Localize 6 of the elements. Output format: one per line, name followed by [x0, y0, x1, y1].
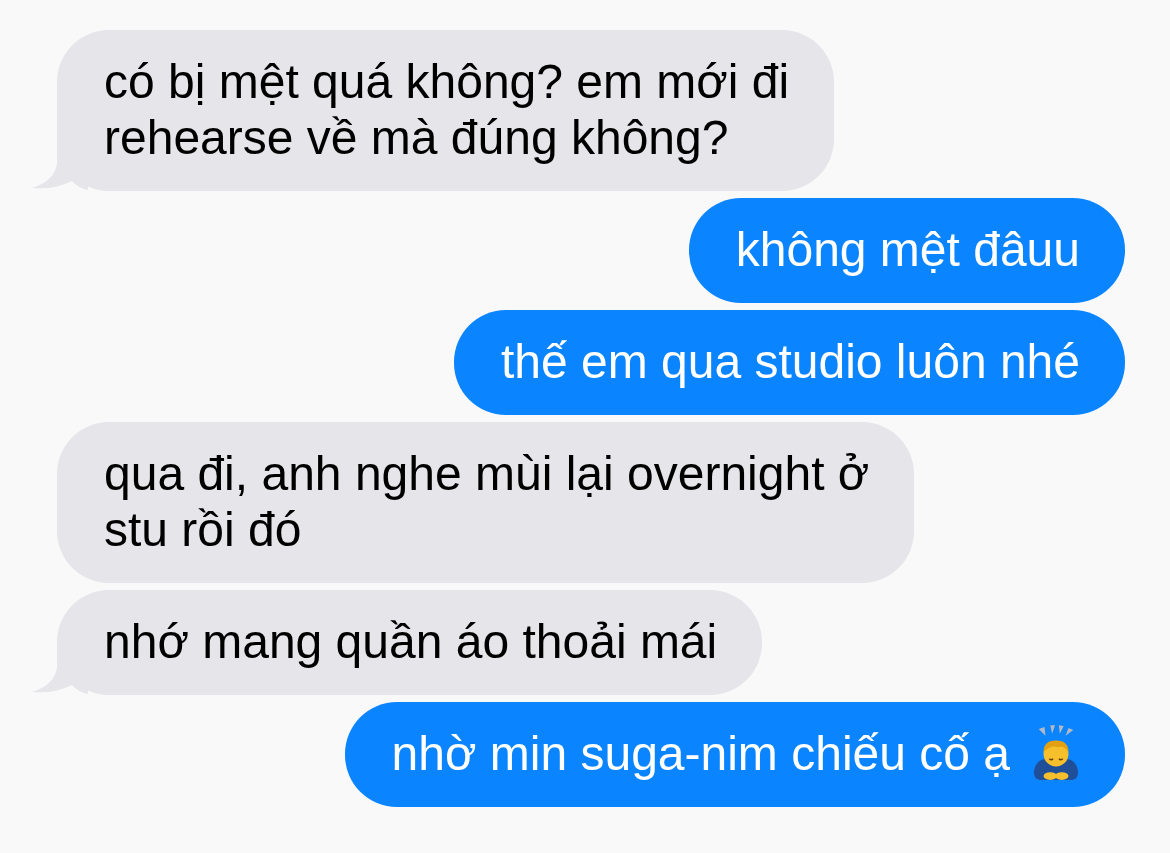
- message-text: qua đi, anh nghe mùi lại overnight ở stu rồi đó: [104, 446, 870, 558]
- message-text: thế em qua studio luôn nhé: [500, 334, 1080, 390]
- message-text: không mệt đâuu: [735, 222, 1080, 278]
- message-text: nhớ mang quần áo thoải mái: [104, 614, 718, 670]
- message-text: có bị mệt quá không? em mới đi rehearse về mà đúng không?: [104, 54, 790, 166]
- message-text: nhờ min suga-nim chiếu cố ạ: [391, 726, 1010, 782]
